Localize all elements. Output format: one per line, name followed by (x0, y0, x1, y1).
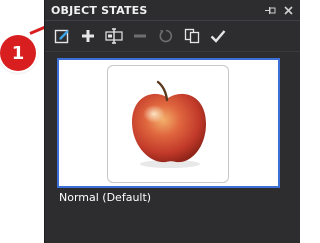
apple-image (132, 80, 206, 168)
plus-icon (82, 30, 94, 42)
state-thumbnail-normal[interactable] (57, 58, 280, 188)
delete-state-button[interactable] (129, 25, 151, 47)
state-label-normal: Normal (Default) (59, 191, 152, 204)
duplicate-icon (184, 28, 200, 44)
rename-state-button[interactable] (103, 25, 125, 47)
undo-icon (159, 29, 173, 43)
pin-icon[interactable] (262, 2, 278, 18)
rename-icon (105, 28, 123, 44)
states-toolbar (45, 21, 300, 51)
checkmark-icon (210, 30, 226, 43)
close-icon[interactable] (280, 2, 296, 18)
callout-number-badge: 1 (0, 35, 36, 71)
state-preview-frame (107, 65, 229, 183)
panel-title: OBJECT STATES (51, 3, 148, 17)
reset-state-button[interactable] (155, 25, 177, 47)
edit-state-icon (54, 29, 69, 44)
toolbar-divider (45, 51, 300, 52)
edit-state-button[interactable] (51, 25, 73, 47)
panel-titlebar: OBJECT STATES (45, 0, 300, 21)
new-state-button[interactable] (77, 25, 99, 47)
duplicate-state-button[interactable] (181, 25, 203, 47)
done-editing-button[interactable] (207, 25, 229, 47)
minus-icon (134, 34, 146, 38)
object-states-panel: OBJECT STATES Normal (Default) (44, 0, 300, 243)
